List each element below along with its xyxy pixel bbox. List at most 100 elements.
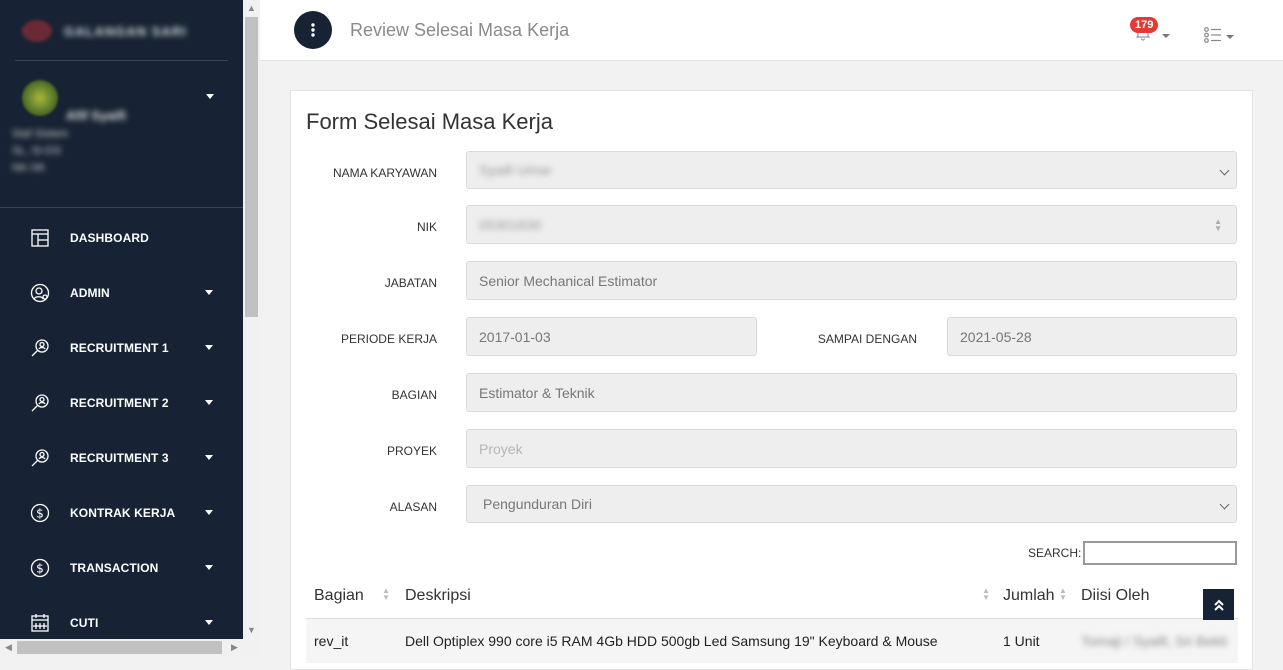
list-menu-button[interactable] [1204, 27, 1222, 48]
sampai-dengan-field[interactable]: 2021-05-28 [947, 317, 1237, 356]
svg-text:$: $ [36, 506, 44, 520]
nik-field[interactable]: 05301830 ▲ ▼ [466, 205, 1237, 244]
cell-deskripsi: Dell Optiplex 990 core i5 RAM 4Gb HDD 50… [405, 633, 938, 649]
user-gear-icon [30, 283, 50, 303]
bagian-label: BAGIAN [391, 388, 437, 402]
sidebar-item-recruitment-1[interactable]: RECRUITMENT 1 [0, 320, 243, 375]
double-chevron-up-icon [1213, 599, 1224, 611]
periode-kerja-label: PERIODE KERJA [340, 332, 437, 346]
chevron-down-icon [205, 620, 213, 625]
cell-diisi-oleh: Tomaji / Syaifi, Sri Bekti [1081, 633, 1228, 649]
sidebar-vertical-scrollbar[interactable]: ▲ ▼ [243, 0, 260, 656]
scroll-right-icon[interactable]: ▶ [226, 639, 243, 656]
chevron-down-icon [205, 455, 213, 460]
page-title: Review Selesai Masa Kerja [350, 20, 570, 40]
bagian-field[interactable]: Estimator & Teknik [466, 373, 1237, 412]
sidebar-item-label: CUTI [70, 615, 99, 630]
nik-label: NIK [416, 220, 437, 234]
notification-badge: 179 [1130, 17, 1159, 33]
list-icon [1204, 27, 1221, 43]
column-header-deskripsi[interactable]: Deskripsi [405, 587, 471, 605]
sidebar-divider [0, 207, 243, 208]
sidebar-item-label: RECRUITMENT 1 [70, 340, 169, 355]
sidebar-item-label: TRANSACTION [70, 560, 159, 575]
scroll-left-icon[interactable]: ◀ [0, 639, 17, 656]
alasan-value: Pengunduran Diri [483, 496, 592, 512]
table-row[interactable]: rev_it Dell Optiplex 990 core i5 RAM 4Gb… [306, 619, 1238, 663]
column-header-diisi-oleh[interactable]: Diisi Oleh [1081, 587, 1149, 605]
stepper-icon[interactable]: ▲ ▼ [1214, 218, 1222, 233]
brand-name: GALANGAN SARI [64, 23, 187, 39]
sidebar-horizontal-scrollbar[interactable]: ◀ ▶ [0, 639, 243, 656]
search-person-icon [30, 393, 50, 413]
user-detail-line: NK-SK [12, 162, 46, 174]
sidebar-item-label: DASHBOARD [70, 230, 149, 245]
sidebar-item-dashboard[interactable]: DASHBOARD [0, 210, 243, 265]
scroll-to-top-button[interactable] [1203, 589, 1234, 620]
column-header-bagian[interactable]: Bagian [314, 587, 364, 605]
chevron-down-icon[interactable] [1162, 34, 1170, 38]
nama-karyawan-select[interactable]: Syaifi Umar [466, 151, 1237, 189]
scroll-down-icon[interactable]: ▼ [243, 622, 260, 639]
calendar-icon [30, 613, 50, 633]
user-detail-line: SL, SI-DS [12, 145, 61, 157]
alasan-select[interactable]: Pengunduran Diri [466, 485, 1237, 523]
sidebar-item-transaction[interactable]: $ TRANSACTION [0, 540, 243, 595]
scrollbar-thumb[interactable] [17, 641, 222, 654]
avatar[interactable] [22, 80, 58, 116]
chevron-down-icon [205, 400, 213, 405]
form-card: Form Selesai Masa Kerja NAMA KARYAWAN Sy… [290, 90, 1253, 670]
periode-kerja-value: 2017-01-03 [479, 328, 551, 345]
search-person-icon [30, 448, 50, 468]
sidebar-item-label: RECRUITMENT 3 [70, 450, 169, 465]
menu-toggle-button[interactable] [294, 11, 332, 49]
sort-icon[interactable]: ▲ ▼ [1059, 587, 1067, 602]
cell-jumlah: 1 Unit [1003, 633, 1040, 649]
dashboard-icon [30, 228, 50, 248]
jabatan-value: Senior Mechanical Estimator [479, 272, 658, 289]
user-detail: Staf Sistem SL, SI-DS NK-SK [12, 126, 68, 177]
proyek-field[interactable]: Proyek [466, 429, 1237, 468]
jabatan-field[interactable]: Senior Mechanical Estimator [466, 261, 1237, 300]
top-bar: Review Selesai Masa Kerja 179 [260, 0, 1283, 61]
sidebar: GALANGAN SARI Afif Syaifi Staf Sistem SL… [0, 0, 243, 656]
search-input[interactable] [1083, 541, 1237, 565]
sort-icon[interactable]: ▲ ▼ [382, 587, 390, 602]
kebab-menu-icon [311, 23, 315, 37]
form-title: Form Selesai Masa Kerja [306, 109, 553, 134]
chevron-down-icon [205, 510, 213, 515]
user-menu-caret-icon[interactable] [206, 94, 214, 99]
chevron-down-icon [1219, 499, 1230, 510]
sidebar-item-label: RECRUITMENT 2 [70, 395, 169, 410]
scroll-up-icon[interactable]: ▲ [243, 0, 260, 17]
chevron-down-icon[interactable] [1226, 35, 1234, 39]
sidebar-item-admin[interactable]: ADMIN [0, 265, 243, 320]
sidebar-item-kontrak-kerja[interactable]: $ KONTRAK KERJA [0, 485, 243, 540]
sidebar-item-label: ADMIN [70, 285, 110, 300]
cell-bagian: rev_it [314, 633, 349, 649]
scrollbar-thumb[interactable] [245, 17, 258, 317]
dollar-circle-icon: $ [30, 503, 50, 523]
alasan-label: ALASAN [389, 500, 437, 514]
brand[interactable]: GALANGAN SARI [22, 20, 187, 42]
periode-kerja-field[interactable]: 2017-01-03 [466, 317, 757, 356]
sidebar-item-recruitment-2[interactable]: RECRUITMENT 2 [0, 375, 243, 430]
chevron-down-icon [1219, 165, 1230, 176]
chevron-down-icon [205, 565, 213, 570]
nama-karyawan-label: NAMA KARYAWAN [332, 166, 437, 180]
nik-value: 05301830 [479, 216, 542, 233]
search-person-icon [30, 338, 50, 358]
nama-karyawan-value: Syaifi Umar [479, 162, 552, 178]
brand-logo [22, 20, 52, 42]
sidebar-item-label: KONTRAK KERJA [70, 505, 176, 520]
sidebar-item-recruitment-3[interactable]: RECRUITMENT 3 [0, 430, 243, 485]
jabatan-label: JABATAN [384, 276, 437, 290]
sampai-dengan-label: SAMPAI DENGAN [817, 332, 917, 346]
proyek-label: PROYEK [386, 444, 437, 458]
bagian-value: Estimator & Teknik [479, 384, 595, 401]
chevron-down-icon [205, 345, 213, 350]
user-detail-line: Staf Sistem [12, 128, 69, 140]
column-header-jumlah[interactable]: Jumlah [1003, 587, 1055, 605]
sort-icon[interactable]: ▲ ▼ [982, 587, 990, 602]
chevron-down-icon [205, 290, 213, 295]
